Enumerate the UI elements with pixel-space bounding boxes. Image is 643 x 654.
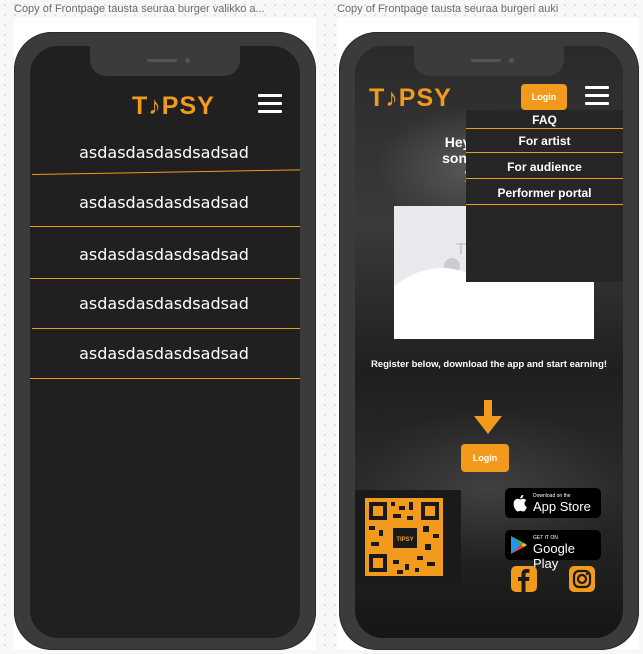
phone-notch	[90, 46, 240, 76]
burger-menu-icon[interactable]	[585, 86, 609, 106]
qr-code-icon: TIPSY	[365, 498, 443, 576]
menu-divider	[30, 278, 300, 280]
left-phone-screen: T♪PSY asdasdasdasdsadsad asdasdasdasdsad…	[30, 46, 300, 638]
dropdown-divider	[466, 204, 623, 206]
login-button[interactable]: Login	[521, 84, 567, 110]
burger-menu-icon[interactable]	[258, 94, 282, 114]
dropdown-divider	[466, 128, 623, 130]
menu-item[interactable]: asdasdasdasdsadsad	[30, 143, 298, 162]
camera-icon	[185, 58, 190, 63]
right-phone-screen: T♪PSY Login Hey Artist, do song requests…	[355, 46, 623, 638]
instagram-icon[interactable]	[569, 566, 595, 592]
menu-divider	[31, 169, 300, 176]
dropdown-item-for-audience[interactable]: For audience	[466, 160, 623, 174]
arrow-down-icon	[474, 400, 502, 434]
dropdown-divider	[466, 178, 623, 180]
menu-item[interactable]: asdasdasdasdsadsad	[30, 294, 298, 313]
dropdown-divider	[466, 152, 623, 154]
login-cta-button[interactable]: Login	[461, 444, 509, 472]
menu-item[interactable]: asdasdasdasdsadsad	[30, 193, 298, 212]
dropdown-item-for-artist[interactable]: For artist	[466, 134, 623, 148]
tipsy-logo[interactable]: T♪PSY	[132, 92, 215, 121]
phone-notch	[414, 46, 564, 76]
google-play-icon	[511, 536, 527, 554]
menu-item[interactable]: asdasdasdasdsadsad	[30, 245, 298, 264]
menu-item[interactable]: asdasdasdasdsadsad	[30, 344, 298, 363]
svg-text:T: T	[456, 241, 466, 258]
menu-divider	[30, 378, 300, 380]
svg-text:TIPSY: TIPSY	[396, 537, 413, 543]
speaker-icon	[147, 59, 177, 62]
speaker-icon	[471, 59, 501, 62]
right-phone-frame: T♪PSY Login Hey Artist, do song requests…	[339, 32, 639, 650]
tipsy-logo[interactable]: T♪PSY	[369, 84, 452, 113]
app-store-badge[interactable]: Download on the App Store	[505, 488, 601, 518]
qr-code-container: TIPSY	[355, 490, 461, 586]
menu-divider	[32, 328, 300, 330]
facebook-icon[interactable]	[511, 566, 537, 592]
register-text: Register below, download the app and sta…	[370, 359, 608, 370]
google-play-badge[interactable]: GET IT ON Google Play	[505, 530, 601, 571]
left-frame-label[interactable]: Copy of Frontpage tausta seuraa burger v…	[14, 3, 304, 15]
apple-icon	[513, 494, 527, 512]
app-store-big-text: App Store	[533, 499, 591, 514]
dropdown-item-performer-portal[interactable]: Performer portal	[466, 186, 623, 200]
right-frame-label[interactable]: Copy of Frontpage tausta seuraa burgeri …	[337, 3, 627, 15]
camera-icon	[509, 58, 514, 63]
menu-divider	[30, 226, 300, 228]
left-phone-frame: T♪PSY asdasdasdasdsadsad asdasdasdasdsad…	[14, 32, 316, 650]
dropdown-menu: FAQ For artist For audience Performer po…	[466, 110, 623, 282]
dropdown-item-faq[interactable]: FAQ	[466, 113, 623, 127]
